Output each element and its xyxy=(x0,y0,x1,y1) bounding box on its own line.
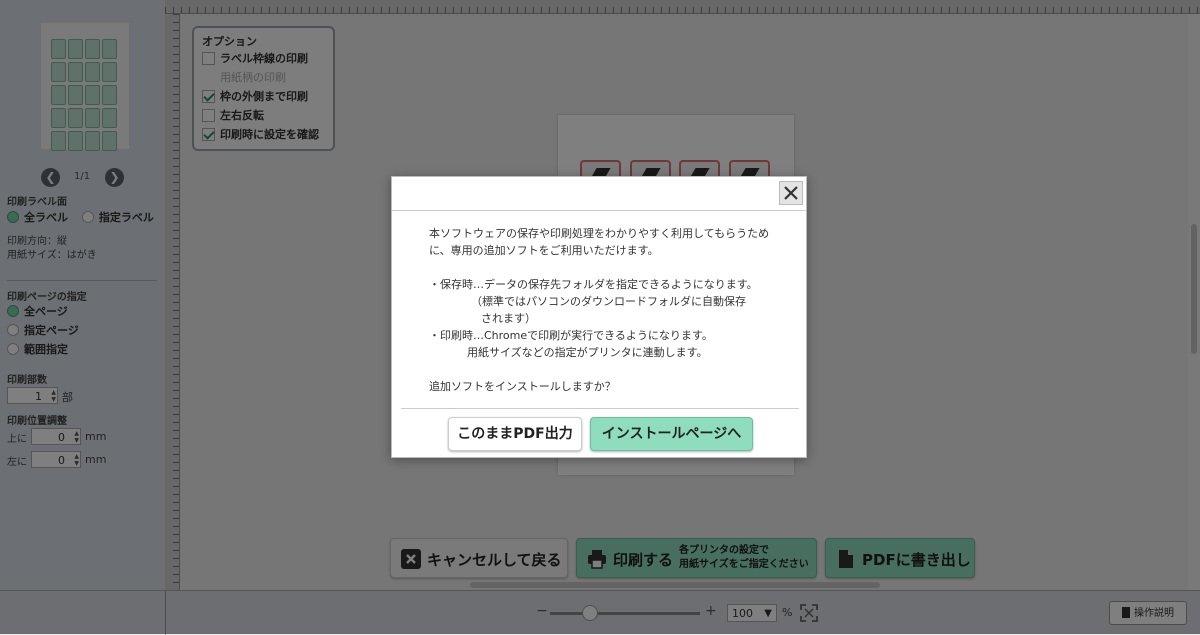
install-dialog: 本ソフトウェアの保存や印刷処理をわかりやすく利用してもらうため に、専用の追加ソ… xyxy=(391,176,807,458)
dialog-divider xyxy=(401,408,799,409)
dialog-text-line: に、専用の追加ソフトをご利用いただけます。 xyxy=(429,244,659,257)
dialog-text-line: 追加ソフトをインストールしますか？ xyxy=(429,380,616,393)
install-page-button[interactable]: インストールページへ xyxy=(590,417,753,451)
dialog-message: 本ソフトウェアの保存や印刷処理をわかりやすく利用してもらうため に、専用の追加ソ… xyxy=(429,225,779,395)
close-icon xyxy=(784,186,798,200)
dialog-header xyxy=(392,177,806,211)
dialog-text-line: ・保存時…データの保存先フォルダを指定できるようになります。 xyxy=(429,278,758,291)
dialog-text-line: ・印刷時…Chromeで印刷が実行できるようになります。 xyxy=(429,329,713,342)
dialog-spacer xyxy=(429,259,779,276)
dialog-text-line: 用紙サイズなどの指定がプリンタに連動します。 xyxy=(467,346,708,359)
dialog-text-line: （標準ではパソコンのダウンロードフォルダに自動保存 xyxy=(471,295,746,308)
dialog-close-button[interactable] xyxy=(779,181,803,205)
pdf-output-button[interactable]: このままPDF出力 xyxy=(448,417,582,451)
dialog-text-line: されます） xyxy=(481,312,536,325)
dialog-text-line: 本ソフトウェアの保存や印刷処理をわかりやすく利用してもらうため xyxy=(429,227,770,240)
dialog-spacer xyxy=(429,361,779,378)
